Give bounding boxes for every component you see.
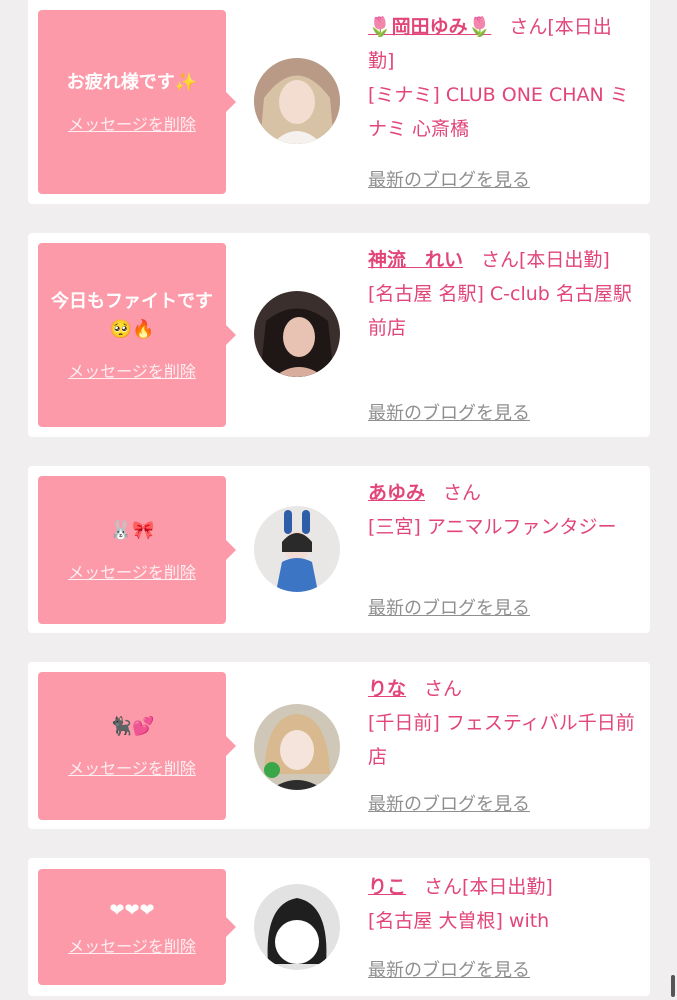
delete-message-link[interactable]: メッセージを削除 bbox=[68, 358, 196, 382]
avatar[interactable] bbox=[254, 58, 340, 144]
delete-message-link[interactable]: メッセージを削除 bbox=[68, 111, 196, 135]
delete-message-link[interactable]: メッセージを削除 bbox=[68, 933, 196, 957]
avatar-photo bbox=[254, 884, 340, 970]
shop-name: [三宮] アニマルファンタジー bbox=[368, 516, 617, 538]
message-card: お疲れ様です✨ メッセージを削除 🌷岡田ゆみ🌷 さん[本日出勤] [ミナミ] CL… bbox=[28, 0, 650, 204]
scrollbar[interactable] bbox=[671, 975, 675, 997]
avatar[interactable] bbox=[254, 506, 340, 592]
shop-name: [千日前] フェスティバル千日前店 bbox=[368, 712, 635, 768]
shop-name: [名古屋 大曽根] with bbox=[368, 910, 550, 932]
message-text: お疲れ様です✨ bbox=[66, 72, 198, 93]
latest-blog-link[interactable]: 最新のブログを見る bbox=[368, 594, 530, 620]
message-bubble: ❤❤❤ メッセージを削除 bbox=[38, 869, 236, 985]
avatar[interactable] bbox=[254, 884, 340, 970]
cast-name-link[interactable]: 🌷岡田ゆみ🌷 bbox=[368, 16, 491, 38]
cast-status: さん bbox=[424, 678, 463, 700]
shop-name: [ミナミ] CLUB ONE CHAN ミナミ 心斎橋 bbox=[368, 84, 629, 140]
latest-blog-link[interactable]: 最新のブログを見る bbox=[368, 166, 530, 192]
avatar-photo bbox=[254, 291, 340, 377]
cast-status: さん[本日出勤] bbox=[481, 249, 610, 271]
avatar-photo bbox=[254, 704, 340, 790]
shop-name: [名古屋 名駅] C-club 名古屋駅前店 bbox=[368, 283, 632, 339]
message-text: 今日もファイトです🥺🔥 bbox=[51, 291, 213, 340]
cast-name-link[interactable]: りな bbox=[368, 678, 406, 700]
message-text: 🐰🎀 bbox=[109, 520, 155, 541]
delete-message-link[interactable]: メッセージを削除 bbox=[68, 559, 196, 583]
avatar-photo bbox=[254, 506, 340, 592]
avatar-photo bbox=[254, 58, 340, 144]
message-bubble: 🐈‍⬛💕 メッセージを削除 bbox=[38, 672, 236, 820]
avatar[interactable] bbox=[254, 291, 340, 377]
latest-blog-link[interactable]: 最新のブログを見る bbox=[368, 790, 530, 816]
message-bubble: 今日もファイトです🥺🔥 メッセージを削除 bbox=[38, 243, 236, 427]
message-text: ❤❤❤ bbox=[109, 900, 155, 921]
delete-message-link[interactable]: メッセージを削除 bbox=[68, 755, 196, 779]
message-card: 🐰🎀 メッセージを削除 あゆみ さん [三宮] アニマルファンタジー 最新のブログ… bbox=[28, 466, 650, 633]
latest-blog-link[interactable]: 最新のブログを見る bbox=[368, 956, 530, 982]
message-bubble: 🐰🎀 メッセージを削除 bbox=[38, 476, 236, 624]
cast-info: りこ さん[本日出勤] [名古屋 大曽根] with bbox=[368, 870, 638, 938]
avatar[interactable] bbox=[254, 704, 340, 790]
cast-status: さん[本日出勤] bbox=[424, 876, 553, 898]
cast-info: 神流 れい さん[本日出勤] [名古屋 名駅] C-club 名古屋駅前店 bbox=[368, 243, 638, 345]
cast-name-link[interactable]: りこ bbox=[368, 876, 406, 898]
message-card: 🐈‍⬛💕 メッセージを削除 りな さん [千日前] フェスティバル千日前店 最新の… bbox=[28, 662, 650, 829]
cast-info: あゆみ さん [三宮] アニマルファンタジー bbox=[368, 476, 638, 544]
message-text: 🐈‍⬛💕 bbox=[109, 716, 155, 737]
message-card: 今日もファイトです🥺🔥 メッセージを削除 神流 れい さん[本日出勤] [名古屋 … bbox=[28, 233, 650, 437]
message-bubble: お疲れ様です✨ メッセージを削除 bbox=[38, 10, 236, 194]
message-card: ❤❤❤ メッセージを削除 りこ さん[本日出勤] [名古屋 大曽根] with 最… bbox=[28, 858, 650, 996]
cast-info: りな さん [千日前] フェスティバル千日前店 bbox=[368, 672, 638, 774]
cast-name-link[interactable]: 神流 れい bbox=[368, 249, 463, 271]
cast-status: さん bbox=[443, 482, 482, 504]
cast-info: 🌷岡田ゆみ🌷 さん[本日出勤] [ミナミ] CLUB ONE CHAN ミナミ 心… bbox=[368, 10, 638, 146]
latest-blog-link[interactable]: 最新のブログを見る bbox=[368, 399, 530, 425]
cast-name-link[interactable]: あゆみ bbox=[368, 482, 425, 504]
